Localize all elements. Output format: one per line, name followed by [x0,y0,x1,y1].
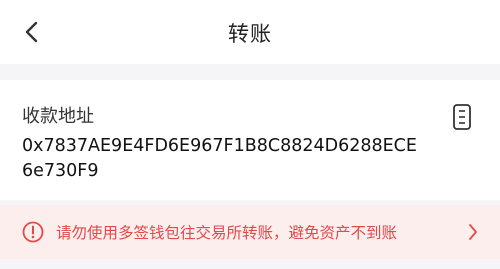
chevron-right-icon [466,222,480,242]
exclamation-circle-icon [22,221,44,243]
address-label: 收款地址 [22,106,94,127]
copy-document-icon [453,104,471,130]
page-title: 转账 [228,22,272,46]
multisig-warning-banner[interactable]: 请勿使用多签钱包往交易所转账，避免资产不到账 [0,205,500,259]
copy-address-button[interactable] [450,102,474,132]
top-nav-bar: 转账 [0,0,500,64]
address-value: 0x7837AE9E4FD6E967F1B8C8824D6288ECE6e730… [22,136,417,181]
receiving-address-card: 收款地址 0x7837AE9E4FD6E967F1B8C8824D6288ECE… [0,80,500,200]
warning-text: 请勿使用多签钱包往交易所转账，避免资产不到账 [56,224,398,242]
